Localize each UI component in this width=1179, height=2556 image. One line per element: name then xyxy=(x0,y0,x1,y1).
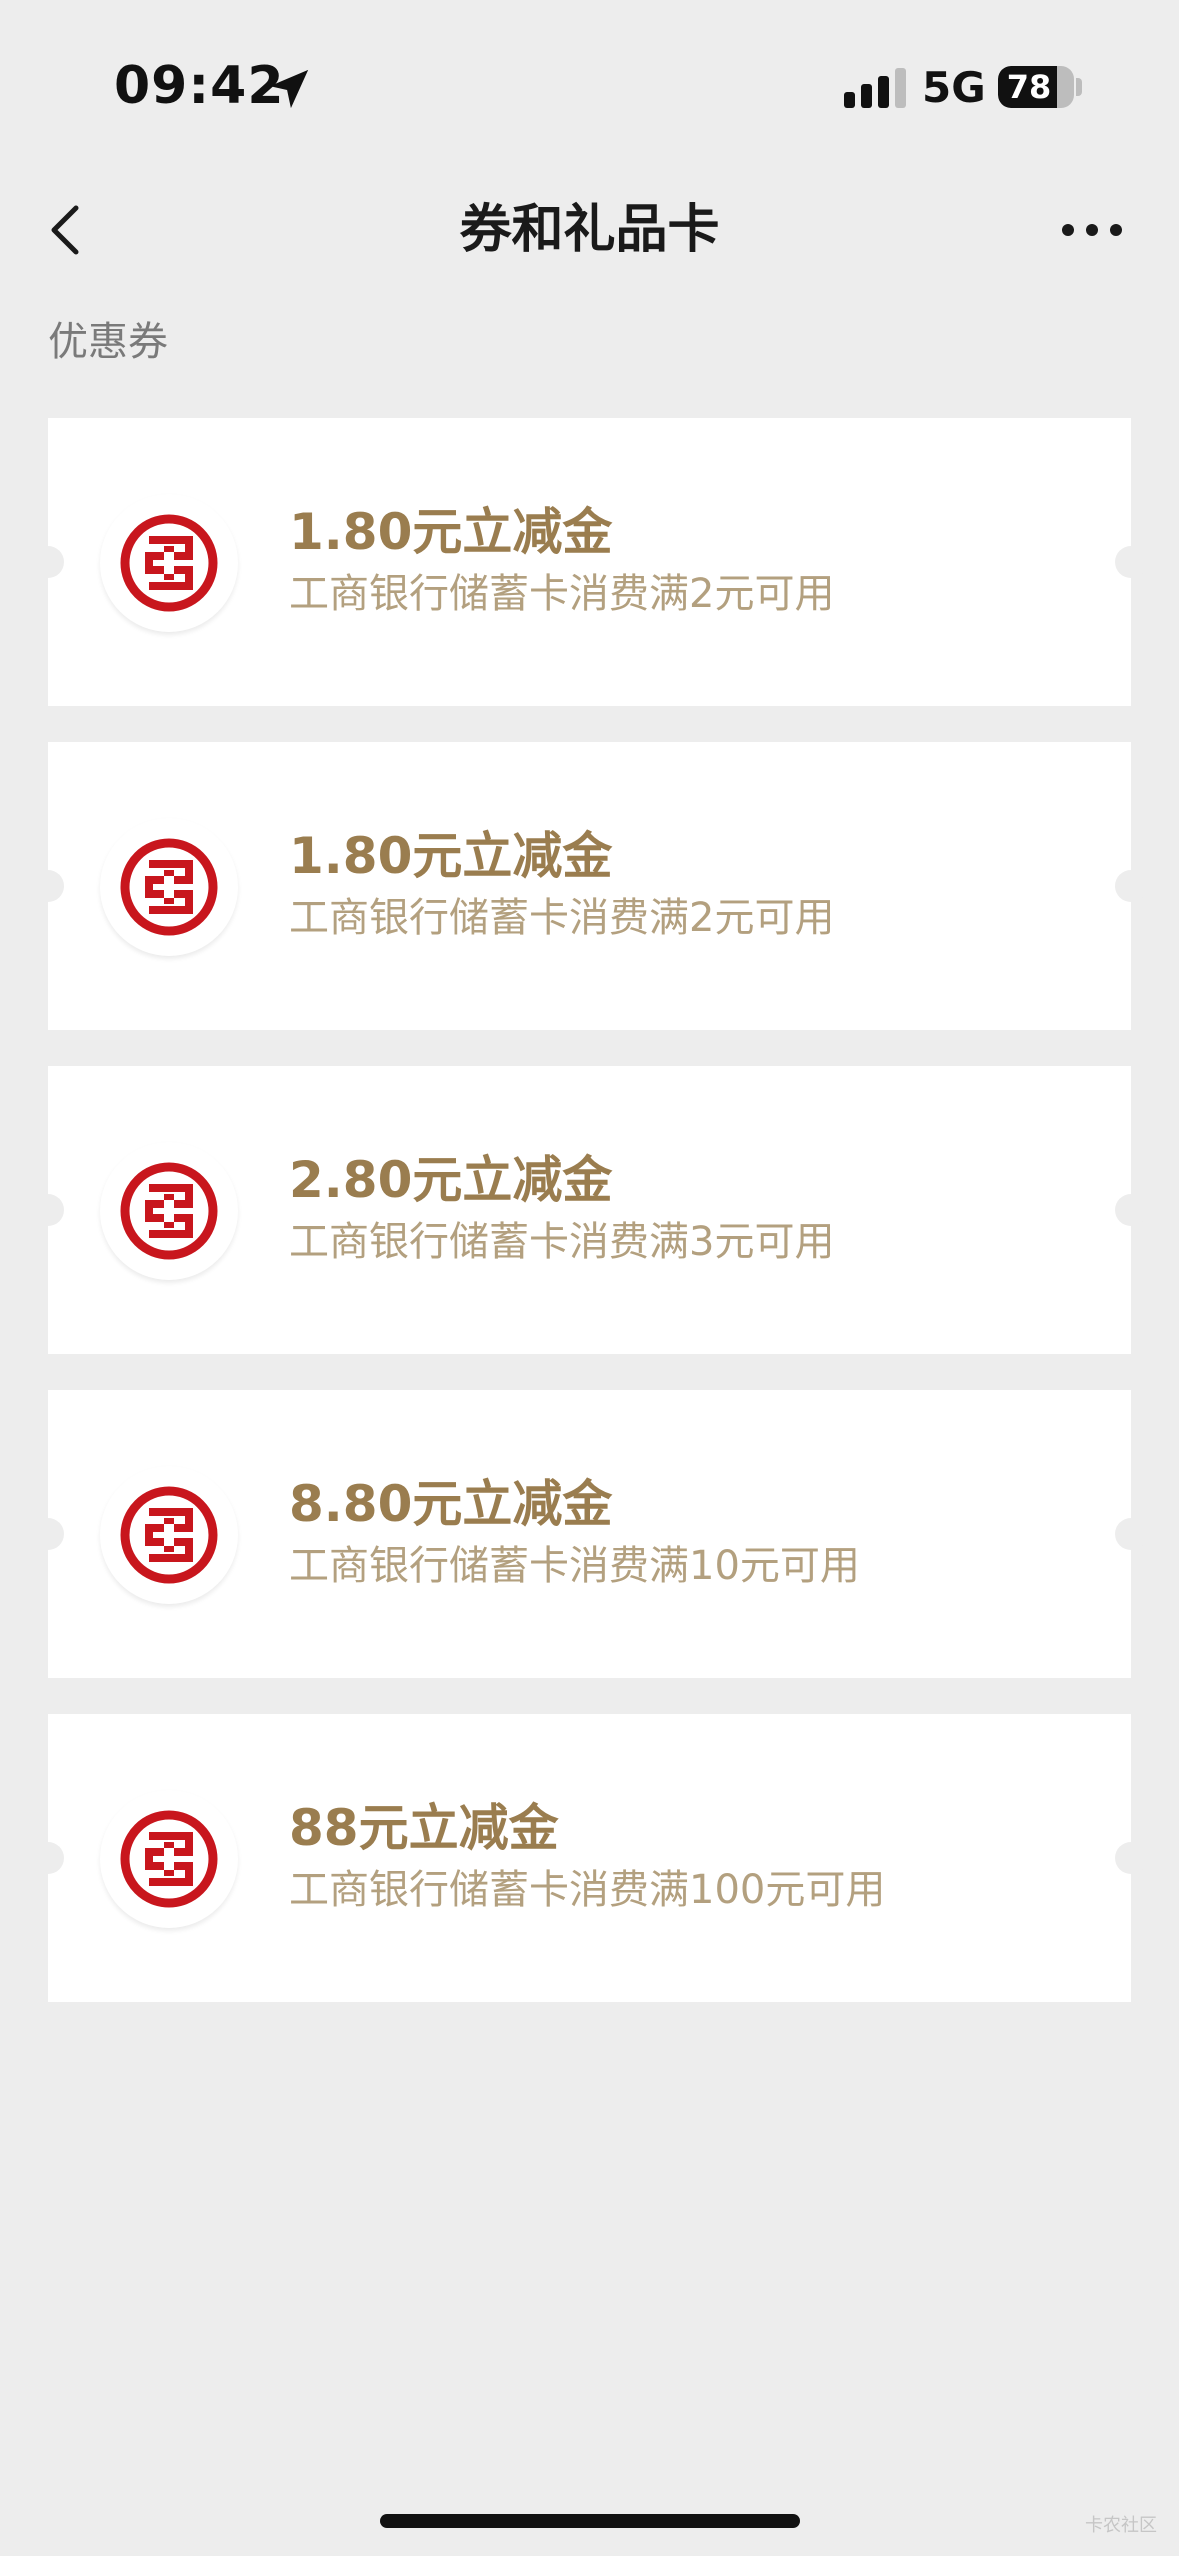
coupon-card[interactable]: 2.80元立减金 工商银行储蓄卡消费满3元可用 xyxy=(32,1066,1147,1354)
back-button[interactable] xyxy=(36,190,96,270)
home-indicator[interactable] xyxy=(380,2514,800,2528)
coupon-title: 1.80元立减金 xyxy=(289,503,613,561)
icbc-logo-icon xyxy=(100,818,238,956)
icbc-logo-icon xyxy=(100,1790,238,1928)
ticket-notch-left xyxy=(32,546,64,578)
icbc-logo-icon xyxy=(100,1142,238,1280)
coupon-card[interactable]: 8.80元立减金 工商银行储蓄卡消费满10元可用 xyxy=(32,1390,1147,1678)
signal-icon xyxy=(844,68,906,108)
icbc-emblem xyxy=(120,1810,218,1908)
coupon-list: 1.80元立减金 工商银行储蓄卡消费满2元可用 1.80元立减金 工商银行储蓄卡… xyxy=(32,418,1147,2038)
more-button[interactable] xyxy=(1052,204,1132,256)
coupon-desc: 工商银行储蓄卡消费满3元可用 xyxy=(289,1219,835,1265)
coupon-desc: 工商银行储蓄卡消费满100元可用 xyxy=(289,1867,886,1913)
ticket-notch-right xyxy=(1115,1518,1147,1550)
battery-icon: 78 xyxy=(998,66,1074,108)
ticket-notch-left xyxy=(32,1194,64,1226)
icbc-emblem xyxy=(120,514,218,612)
coupon-title: 88元立减金 xyxy=(289,1799,559,1857)
coupon-title: 8.80元立减金 xyxy=(289,1475,613,1533)
coupon-card[interactable]: 1.80元立减金 工商银行储蓄卡消费满2元可用 xyxy=(32,742,1147,1030)
network-type: 5G xyxy=(922,63,986,112)
status-bar: 09:42 5G 78 xyxy=(0,0,1179,150)
ticket-notch-left xyxy=(32,870,64,902)
coupon-title: 1.80元立减金 xyxy=(289,827,613,885)
coupon-card[interactable]: 88元立减金 工商银行储蓄卡消费满100元可用 xyxy=(32,1714,1147,2002)
icbc-emblem xyxy=(120,1162,218,1260)
battery-level: 78 xyxy=(1006,68,1052,106)
battery-tip xyxy=(1076,78,1082,96)
status-time: 09:42 xyxy=(114,56,285,116)
more-dots-icon xyxy=(1062,224,1122,236)
nav-bar: 券和礼品卡 xyxy=(0,170,1179,290)
ticket-notch-right xyxy=(1115,546,1147,578)
coupon-title: 2.80元立减金 xyxy=(289,1151,613,1209)
chevron-left-icon xyxy=(51,205,79,255)
ticket-notch-left xyxy=(32,1518,64,1550)
section-title-coupons: 优惠券 xyxy=(48,319,168,365)
ticket-notch-right xyxy=(1115,1842,1147,1874)
ticket-notch-right xyxy=(1115,870,1147,902)
icbc-emblem xyxy=(120,838,218,936)
location-arrow-icon xyxy=(269,69,309,109)
icbc-emblem xyxy=(120,1486,218,1584)
icbc-logo-icon xyxy=(100,494,238,632)
coupon-desc: 工商银行储蓄卡消费满2元可用 xyxy=(289,571,835,617)
page-title: 券和礼品卡 xyxy=(459,200,720,260)
ticket-notch-right xyxy=(1115,1194,1147,1226)
ticket-notch-left xyxy=(32,1842,64,1874)
coupon-card[interactable]: 1.80元立减金 工商银行储蓄卡消费满2元可用 xyxy=(32,418,1147,706)
icbc-logo-icon xyxy=(100,1466,238,1604)
coupon-desc: 工商银行储蓄卡消费满10元可用 xyxy=(289,1543,860,1589)
watermark: 卡农社区 xyxy=(1085,2515,1157,2536)
coupon-desc: 工商银行储蓄卡消费满2元可用 xyxy=(289,895,835,941)
